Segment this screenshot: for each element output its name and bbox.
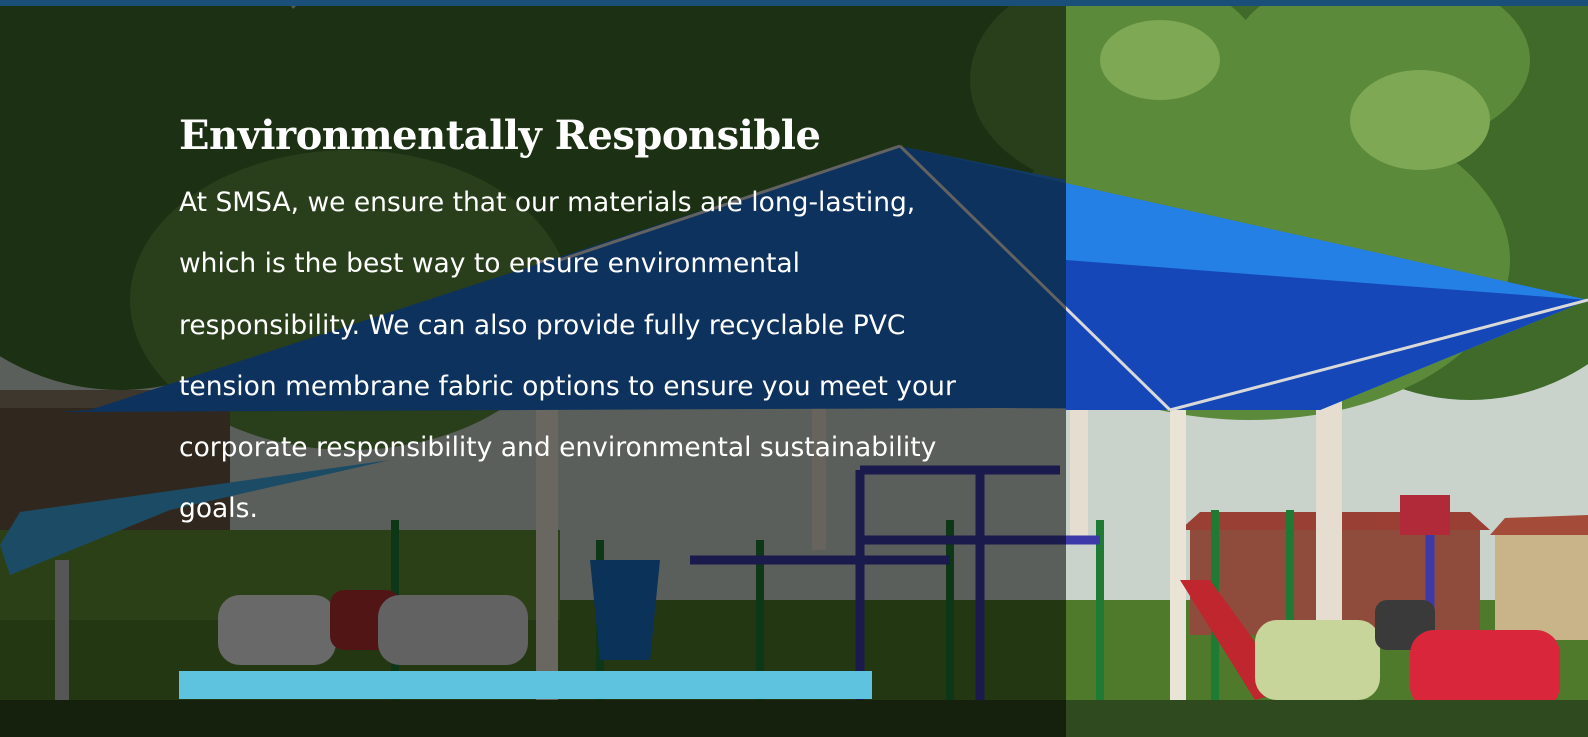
hero-section: Environmentally Responsible At SMSA, we … — [0, 0, 1588, 737]
cta-button[interactable] — [179, 671, 872, 699]
top-accent-bar — [0, 0, 1588, 6]
section-heading: Environmentally Responsible — [179, 112, 821, 159]
hero-content: Environmentally Responsible At SMSA, we … — [179, 108, 979, 540]
section-description: At SMSA, we ensure that our materials ar… — [179, 187, 956, 525]
